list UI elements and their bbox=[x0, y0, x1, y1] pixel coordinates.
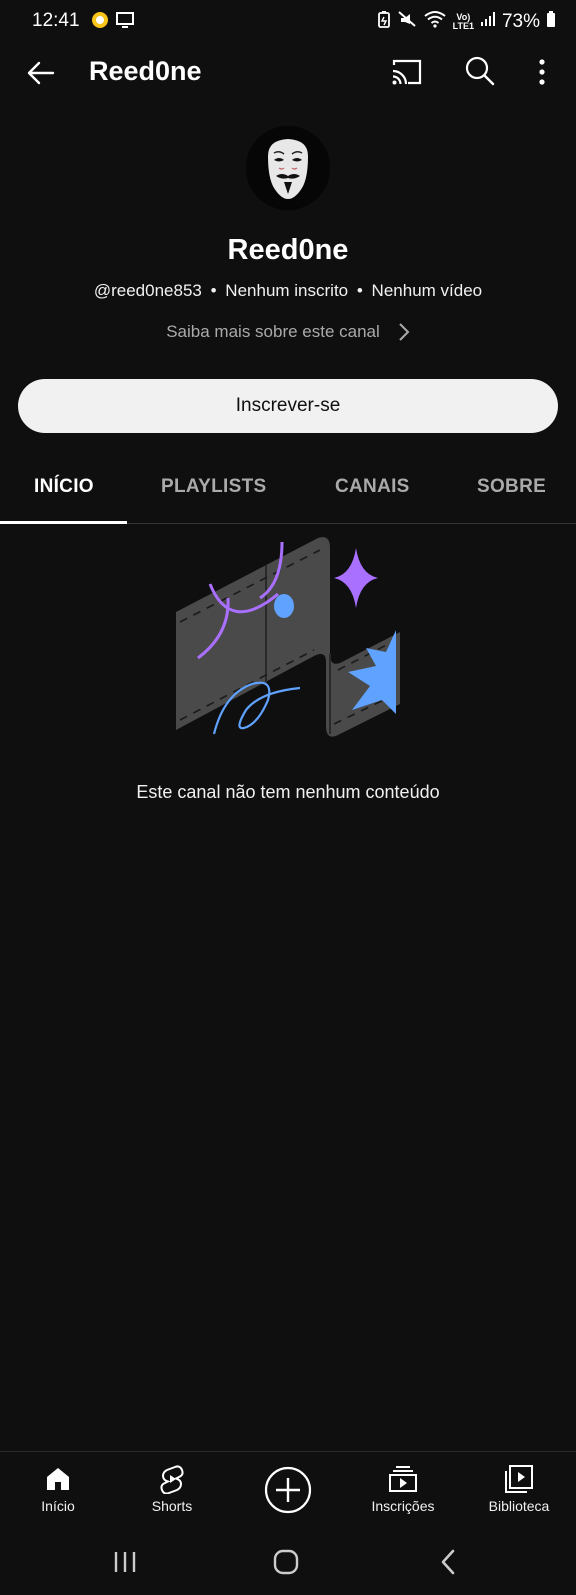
channel-name: Reed0ne bbox=[227, 234, 349, 266]
app-bar: Reed0ne bbox=[0, 44, 576, 102]
battery-icon bbox=[546, 10, 556, 33]
system-navigation-bar bbox=[0, 1528, 576, 1595]
more-vert-icon bbox=[539, 59, 545, 85]
more-about-link[interactable]: Saiba mais sobre este canal bbox=[0, 322, 576, 342]
nav-shorts-label: Shorts bbox=[151, 1498, 193, 1514]
channel-avatar[interactable] bbox=[246, 126, 330, 210]
mask-avatar-icon bbox=[246, 126, 330, 210]
wifi-icon bbox=[423, 10, 447, 33]
volte-icon: Vo) LTE1 bbox=[452, 11, 474, 31]
status-time: 12:41 bbox=[32, 10, 80, 31]
home-icon bbox=[43, 1464, 73, 1494]
system-back-icon bbox=[441, 1549, 455, 1575]
network-label: LTE1 bbox=[452, 20, 474, 31]
chevron-right-icon bbox=[399, 323, 410, 341]
meta-separator: • bbox=[210, 281, 217, 300]
mute-icon bbox=[397, 10, 417, 33]
tab-about[interactable]: SOBRE bbox=[477, 476, 546, 498]
cast-icon bbox=[392, 59, 422, 85]
back-button[interactable] bbox=[24, 56, 58, 90]
search-icon bbox=[465, 56, 495, 86]
active-tab-indicator bbox=[0, 521, 127, 524]
shorts-icon bbox=[157, 1464, 187, 1494]
nav-library-label: Biblioteca bbox=[488, 1498, 550, 1514]
recents-button[interactable] bbox=[111, 1548, 139, 1576]
system-home-icon bbox=[273, 1549, 299, 1575]
nav-subscriptions[interactable]: Inscrições bbox=[348, 1452, 458, 1526]
more-options-button[interactable] bbox=[530, 56, 554, 88]
subscriber-count: Nenhum inscrito bbox=[225, 281, 349, 300]
status-left-icons bbox=[91, 11, 135, 34]
create-icon bbox=[264, 1466, 312, 1514]
signal-icon bbox=[480, 11, 496, 32]
empty-state-message: Este canal não tem nenhum conteúdo bbox=[136, 782, 440, 802]
nav-library[interactable]: Biblioteca bbox=[464, 1452, 574, 1526]
page-title: Reed0ne bbox=[89, 56, 202, 86]
meta-separator: • bbox=[356, 281, 363, 300]
system-home-button[interactable] bbox=[272, 1548, 300, 1576]
video-count: Nenhum vídeo bbox=[371, 281, 483, 300]
nav-home[interactable]: Início bbox=[3, 1452, 113, 1526]
recents-icon bbox=[114, 1552, 136, 1572]
system-back-button[interactable] bbox=[438, 1548, 458, 1576]
library-icon bbox=[504, 1464, 534, 1494]
nav-create[interactable] bbox=[233, 1452, 343, 1526]
battery-percent: 73% bbox=[501, 10, 540, 32]
screen-cast-icon bbox=[115, 11, 135, 34]
channel-handle: @reed0ne853 bbox=[93, 281, 202, 300]
tab-home[interactable]: INÍCIO bbox=[34, 476, 94, 498]
arrow-left-icon bbox=[27, 61, 55, 85]
notification-icon bbox=[91, 11, 109, 34]
cast-button[interactable] bbox=[390, 57, 424, 87]
status-right-icons: Vo) LTE1 73% bbox=[377, 10, 556, 33]
channel-tabs: INÍCIO PLAYLISTS CANAIS SOBRE bbox=[0, 462, 576, 524]
battery-saver-icon bbox=[377, 10, 391, 33]
more-about-label: Saiba mais sobre este canal bbox=[166, 322, 380, 341]
tab-playlists[interactable]: PLAYLISTS bbox=[161, 476, 266, 498]
nav-subscriptions-label: Inscrições bbox=[371, 1498, 435, 1514]
tab-channels[interactable]: CANAIS bbox=[335, 476, 410, 498]
subscribe-button[interactable]: Inscrever-se bbox=[18, 379, 558, 433]
empty-content-icon bbox=[176, 537, 400, 737]
status-bar: 12:41 Vo) LTE1 73% bbox=[0, 0, 576, 42]
subscriptions-icon bbox=[388, 1464, 418, 1494]
empty-state-illustration bbox=[170, 534, 406, 750]
bottom-navigation: Início Shorts Inscrições Biblioteca bbox=[0, 1451, 576, 1525]
nav-home-label: Início bbox=[41, 1498, 75, 1514]
channel-meta: @reed0ne853 • Nenhum inscrito • Nenhum v… bbox=[0, 281, 576, 301]
search-button[interactable] bbox=[464, 55, 496, 87]
nav-shorts[interactable]: Shorts bbox=[117, 1452, 227, 1526]
channel-page: 12:41 Vo) LTE1 73% Reed0ne Reed0ne @reed… bbox=[0, 0, 576, 1595]
